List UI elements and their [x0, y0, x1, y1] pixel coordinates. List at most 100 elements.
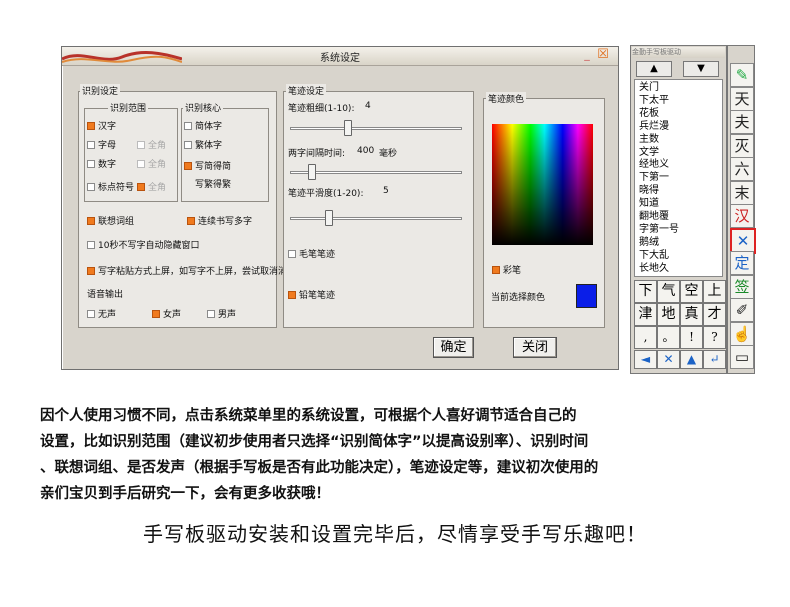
brush-stroke-checkbox[interactable]: 毛笔笔迹: [288, 247, 335, 260]
smooth-slider-thumb[interactable]: [325, 210, 333, 226]
key-button[interactable]: 下: [634, 280, 657, 303]
checkbox-icon: [184, 161, 192, 170]
candidate-item[interactable]: 花板: [639, 108, 659, 119]
smooth-label: 笔迹平滑度(1-20):: [288, 189, 364, 199]
key-button[interactable]: !: [680, 326, 703, 349]
voice-male-checkbox[interactable]: 男声: [207, 307, 236, 320]
side-char-button[interactable]: 夫: [730, 110, 754, 134]
checkbox-icon: [137, 140, 145, 149]
down-triangle-icon: ▼: [697, 63, 705, 74]
candidate-item[interactable]: 翻地覆: [639, 211, 669, 222]
thickness-value: 4: [365, 101, 371, 111]
candidate-item[interactable]: 长地久: [639, 263, 669, 274]
range-punct-checkbox[interactable]: 标点符号: [87, 180, 134, 193]
page-down-button[interactable]: ▼: [683, 61, 719, 77]
core-traditional-checkbox[interactable]: 繁体字: [184, 138, 222, 151]
instruction-line: 设置，比如识别范围（建议初步使用者只选择“识别简体字”以提高设别率）、识别时间: [40, 434, 589, 450]
continuous-checkbox[interactable]: 连续书写多字: [187, 214, 252, 227]
window-icon[interactable]: ▭: [730, 345, 754, 369]
pad-title: 金勤手写板驱动: [632, 47, 725, 58]
candidate-item[interactable]: 下太平: [639, 95, 669, 106]
voice-none-checkbox[interactable]: 无声: [87, 307, 116, 320]
candidate-item[interactable]: 下大乱: [639, 250, 669, 261]
side-char-button[interactable]: 签: [730, 274, 754, 299]
up-arrow-icon[interactable]: ▲: [680, 350, 703, 369]
key-button[interactable]: ,: [634, 326, 657, 349]
title-bar[interactable]: 系统设定 _ ☒: [62, 47, 618, 66]
candidate-item[interactable]: 经地义: [639, 159, 669, 170]
side-char-button[interactable]: 六: [730, 157, 754, 181]
checkbox-icon: [184, 121, 192, 130]
candidate-item[interactable]: 字第一号: [639, 224, 679, 235]
candidate-item[interactable]: 鹅绒: [639, 237, 659, 248]
ok-button[interactable]: 确定: [433, 337, 474, 358]
recognition-group-label: 识别设定: [80, 84, 121, 97]
page-up-button[interactable]: ▲: [636, 61, 672, 77]
color-spectrum-picker[interactable]: [492, 124, 593, 245]
side-char-button[interactable]: 天: [730, 86, 754, 111]
side-char-button[interactable]: 末: [730, 180, 754, 205]
range-letters-checkbox[interactable]: 字母: [87, 138, 116, 151]
back-arrow-icon[interactable]: ◄: [634, 350, 657, 369]
key-button[interactable]: 空: [680, 280, 703, 303]
side-char-button[interactable]: 定: [730, 251, 754, 275]
checkbox-icon: [187, 216, 195, 225]
key-button[interactable]: 地: [657, 303, 680, 326]
key-button[interactable]: 气: [657, 280, 680, 303]
color-group-label: 笔迹颜色: [486, 92, 527, 105]
stroke-group-label: 笔迹设定: [286, 84, 327, 97]
side-char-button[interactable]: 汉: [730, 204, 754, 228]
instruction-line: 因个人使用习惯不同，点击系统菜单里的系统设置，可根据个人喜好调节适合自己的: [40, 408, 577, 424]
enter-icon[interactable]: ↵: [703, 350, 726, 369]
key-button[interactable]: 真: [680, 303, 703, 326]
pad-side-toolbar: ✎ 天夫灭六末汉 ✕ 定签 ✐ ☝ ▭: [727, 45, 756, 374]
key-button[interactable]: 才: [703, 303, 726, 326]
side-char-button[interactable]: 灭: [730, 133, 754, 158]
key-button[interactable]: ?: [703, 326, 726, 349]
core-mixed-checkbox[interactable]: 写简得简: [184, 159, 231, 172]
checkbox-icon: [87, 182, 95, 191]
range-digits-checkbox[interactable]: 数字: [87, 157, 116, 170]
close-x-icon[interactable]: ✕: [657, 350, 680, 369]
candidate-item[interactable]: 主数: [639, 134, 659, 145]
key-button[interactable]: 上: [703, 280, 726, 303]
thickness-slider-thumb[interactable]: [344, 120, 352, 136]
eraser-icon[interactable]: ✐: [730, 298, 754, 322]
range-hanzi-checkbox[interactable]: 汉字: [87, 119, 116, 132]
hand-icon[interactable]: ☝: [730, 321, 754, 346]
close-icon[interactable]: ☒: [596, 48, 610, 62]
digits-fullwidth-checkbox[interactable]: 全角: [137, 157, 166, 170]
thickness-slider-track[interactable]: [290, 127, 462, 130]
paste-mode-checkbox[interactable]: 写字粘贴方式上屏，如写字不上屏，尝试取消消选择: [87, 264, 305, 277]
candidate-item[interactable]: 知道: [639, 198, 659, 209]
core-simplified-checkbox[interactable]: 简体字: [184, 119, 222, 132]
punct-fullwidth-checkbox[interactable]: 全角: [137, 180, 166, 193]
brush-icon[interactable]: ✎: [730, 63, 754, 87]
key-button[interactable]: 。: [657, 326, 680, 349]
candidate-item[interactable]: 兵烂漫: [639, 121, 669, 132]
instruction-line: 亲们宝贝到手后研究一下，会有更多收获哦！: [40, 486, 330, 502]
candidate-item[interactable]: 关门: [639, 82, 659, 93]
letters-fullwidth-checkbox[interactable]: 全角: [137, 138, 166, 151]
smooth-slider-track[interactable]: [290, 217, 462, 220]
pencil-stroke-checkbox[interactable]: 铅笔笔迹: [288, 288, 335, 301]
interval-value: 400: [357, 146, 375, 156]
close-button[interactable]: 关闭: [513, 337, 557, 358]
candidate-item[interactable]: 晓得: [639, 185, 659, 196]
candidate-item[interactable]: 文学: [639, 147, 659, 158]
key-button[interactable]: 津: [634, 303, 657, 326]
window-title: 系统设定: [320, 53, 360, 64]
range-group-label: 识别范围: [108, 101, 149, 114]
cross-icon[interactable]: ✕: [730, 227, 756, 254]
checkbox-icon: [87, 216, 95, 225]
voice-female-checkbox[interactable]: 女声: [152, 307, 181, 320]
minimize-icon[interactable]: _: [581, 49, 593, 61]
association-checkbox[interactable]: 联想词组: [87, 214, 134, 227]
voice-label: 语音输出: [87, 290, 124, 300]
checkbox-icon: [137, 182, 145, 191]
autohide-checkbox[interactable]: 10秒不写字自动隐藏窗口: [87, 238, 199, 251]
interval-slider-thumb[interactable]: [308, 164, 316, 180]
candidate-item[interactable]: 下第一: [639, 172, 669, 183]
colorful-checkbox[interactable]: 彩笔: [492, 263, 521, 276]
checkbox-icon: [288, 249, 296, 258]
